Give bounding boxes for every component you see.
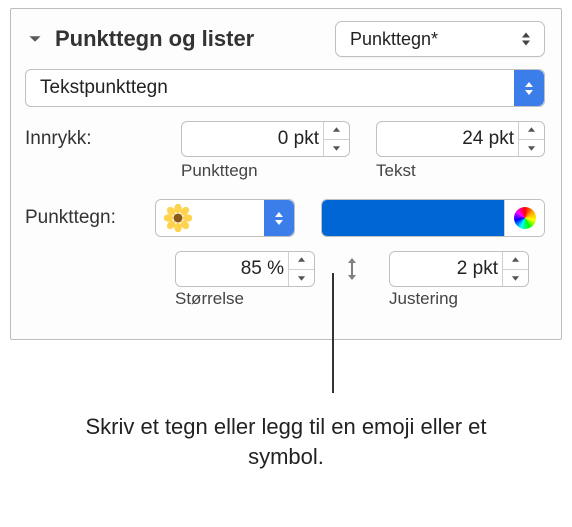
bullet-type-value: Tekstpunkttegn <box>40 77 168 99</box>
size-sublabel: Størrelse <box>175 289 315 309</box>
align-sublabel: Justering <box>389 289 529 309</box>
vertical-align-icon <box>335 256 369 282</box>
stepper-buttons-icon[interactable] <box>502 252 528 286</box>
popup-arrows-icon <box>264 200 294 236</box>
bullets-lists-panel: Punkttegn og lister Punkttegn* Tekstpunk… <box>10 8 562 340</box>
bullet-indent-sublabel: Punkttegn <box>181 161 350 181</box>
color-swatch[interactable] <box>322 200 504 236</box>
callout-caption: Skriv et tegn eller legg til en emoji el… <box>50 412 522 471</box>
section-title: Punkttegn og lister <box>55 26 335 52</box>
bullet-align-value: 2 pkt <box>457 258 498 280</box>
chevron-updown-icon <box>518 33 534 46</box>
bullet-indent-stepper[interactable]: 0 pkt <box>181 121 350 157</box>
color-picker-button[interactable] <box>504 200 544 236</box>
bullet-size-value: 85 % <box>241 258 284 280</box>
bullet-char-label: Punkttegn: <box>25 207 155 229</box>
list-style-popup[interactable]: Punkttegn* <box>335 21 545 57</box>
stepper-buttons-icon[interactable] <box>323 122 349 156</box>
flower-emoji-icon <box>164 204 192 232</box>
text-indent-stepper[interactable]: 24 pkt <box>376 121 545 157</box>
indent-label: Innrykk: <box>25 128 155 150</box>
text-indent-value: 24 pkt <box>462 128 514 150</box>
colorwheel-icon <box>514 207 536 229</box>
list-style-value: Punkttegn* <box>350 29 438 50</box>
bullet-align-stepper[interactable]: 2 pkt <box>389 251 529 287</box>
stepper-buttons-icon[interactable] <box>518 122 544 156</box>
popup-arrows-icon <box>514 70 544 106</box>
disclosure-chevron-icon[interactable] <box>25 29 45 49</box>
bullet-indent-value: 0 pkt <box>278 128 319 150</box>
bullet-char-popup[interactable] <box>155 199 295 237</box>
bullet-type-popup[interactable]: Tekstpunkttegn <box>25 69 545 107</box>
text-indent-sublabel: Tekst <box>376 161 545 181</box>
callout-line <box>332 273 334 393</box>
bullet-color-well[interactable] <box>321 199 545 237</box>
bullet-size-stepper[interactable]: 85 % <box>175 251 315 287</box>
stepper-buttons-icon[interactable] <box>288 252 314 286</box>
